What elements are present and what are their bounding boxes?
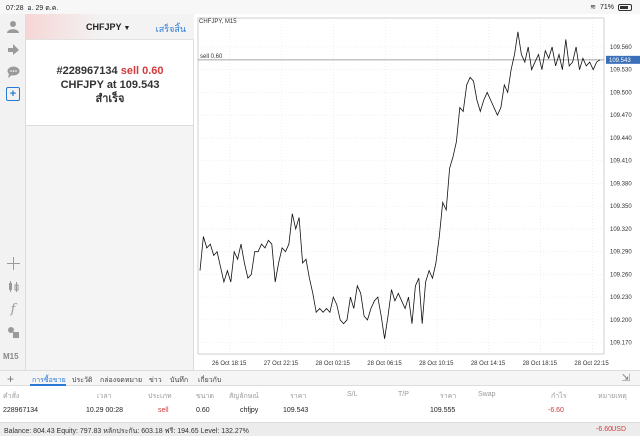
tab-history[interactable]: ประวัติ xyxy=(72,375,92,386)
row-type: sell xyxy=(158,407,169,414)
order-result: #228967134 sell 0.60 CHFJPY at 109.543 ส… xyxy=(26,64,194,106)
done-button[interactable]: เสร็จสิ้น xyxy=(156,22,186,36)
col-header-current-price: ราคา xyxy=(440,393,457,400)
order-result-line2: CHFJPY at 109.543 xyxy=(60,79,160,91)
wifi-icon: ≋ xyxy=(590,4,596,11)
y-tick-label: 109.230 xyxy=(610,295,632,301)
left-toolbar: + f M15 xyxy=(0,14,26,370)
row-price: 109.543 xyxy=(283,407,309,414)
y-tick-label: 109.470 xyxy=(610,113,632,119)
chat-icon[interactable] xyxy=(5,64,21,80)
account-icon[interactable] xyxy=(5,18,21,34)
row-order: 228967134 xyxy=(3,407,39,414)
y-tick-label: 109.350 xyxy=(610,204,632,210)
objects-icon[interactable] xyxy=(5,324,21,340)
bottom-tabs: + การซื้อขาย ประวัติ กล่องจดหมาย ข่าว บั… xyxy=(0,370,640,386)
x-tick-label: 28 Oct 18:15 xyxy=(523,361,558,367)
timeframe-label[interactable]: M15 xyxy=(3,352,19,361)
tab-journal[interactable]: บันทึก xyxy=(170,375,188,386)
y-tick-label: 109.530 xyxy=(610,68,632,74)
col-header-type: ประเภท xyxy=(148,393,172,400)
x-tick-label: 28 Oct 06:15 xyxy=(367,361,402,367)
row-symbol: chfjpy xyxy=(240,407,259,414)
trade-table: คำสั่ง เวลา ประเภท ขนาด สัญลักษณ์ ราคา S… xyxy=(0,386,640,422)
y-tick-label: 109.170 xyxy=(610,341,632,347)
new-order-icon[interactable]: + xyxy=(6,87,20,101)
home-strip xyxy=(0,436,640,447)
x-tick-label: 28 Oct 22:15 xyxy=(574,361,609,367)
x-tick-label: 27 Oct 22:15 xyxy=(264,361,299,367)
total-profit: -6.60 xyxy=(596,426,612,433)
col-header-price: ราคา xyxy=(290,393,307,400)
col-header-profit: กำไร xyxy=(551,393,567,400)
y-tick-label: 109.410 xyxy=(610,159,632,165)
x-tick-label: 28 Oct 10:15 xyxy=(419,361,454,367)
col-header-comment: หมายเหตุ xyxy=(598,393,627,400)
order-line-label: sell 0.60 xyxy=(200,54,223,60)
chart-area[interactable]: CHFJPY, M15 sell 0.60 109.543 109.560 109.… xyxy=(194,14,640,370)
y-tick-label: 109.440 xyxy=(610,136,632,142)
col-header-order: คำสั่ง xyxy=(3,393,20,400)
col-header-symbol: สัญลักษณ์ xyxy=(229,393,259,400)
crosshair-icon[interactable] xyxy=(5,255,21,271)
price-chart[interactable]: CHFJPY, M15 sell 0.60 109.543 109.560 109.… xyxy=(194,14,640,370)
indicator-icon[interactable]: f xyxy=(5,301,21,317)
add-icon[interactable]: + xyxy=(7,372,14,386)
chevron-down-icon: ▼ xyxy=(123,25,131,32)
candles-icon[interactable] xyxy=(5,278,21,294)
order-header: CHFJPY ▼ เสร็จสิ้น xyxy=(26,14,194,40)
y-tick-label: 109.200 xyxy=(610,318,632,324)
tab-about[interactable]: เกี่ยวกับ xyxy=(198,375,221,386)
x-tick-label: 26 Oct 18:15 xyxy=(212,361,247,367)
order-panel: CHFJPY ▼ เสร็จสิ้น #228967134 sell 0.60 C… xyxy=(26,14,194,126)
status-time-date: 07:28 อ. 29 ต.ค. xyxy=(6,5,59,12)
chart-frame xyxy=(197,17,605,355)
row-time: 10.29 00:28 xyxy=(86,407,123,414)
symbol-selector[interactable]: CHFJPY ▼ xyxy=(86,22,130,32)
battery-icon xyxy=(618,3,632,11)
tab-mailbox[interactable]: กล่องจดหมาย xyxy=(100,375,142,386)
currency-label: USD xyxy=(611,426,626,433)
balance-bar: Balance: 804.43 Equity: 797.83 หลักประกั… xyxy=(0,422,640,436)
y-tick-label: 109.290 xyxy=(610,250,632,256)
price-series-line xyxy=(199,31,601,339)
current-price-label: 109.543 xyxy=(609,58,631,64)
order-result-status: สำเร็จ xyxy=(95,93,125,105)
row-profit: -6.60 xyxy=(548,407,564,414)
y-tick-label: 109.560 xyxy=(610,45,632,51)
y-tick-label: 109.260 xyxy=(610,272,632,278)
col-header-time: เวลา xyxy=(97,393,112,400)
chart-title: CHFJPY, M15 xyxy=(199,19,237,25)
y-tick-label: 109.320 xyxy=(610,227,632,233)
col-header-sl: S/L xyxy=(347,391,358,398)
order-result-line1: #228967134 sell 0.60 xyxy=(56,65,164,77)
col-header-swap: Swap xyxy=(478,391,496,398)
y-tick-label: 109.380 xyxy=(610,181,632,187)
row-size: 0.60 xyxy=(196,407,210,414)
status-right: ≋ 71% xyxy=(590,3,632,11)
left-pane-blank xyxy=(26,126,194,370)
col-header-tp: T/P xyxy=(398,391,409,398)
row-current-price: 109.555 xyxy=(430,407,456,414)
y-tick-label: 109.500 xyxy=(610,90,632,96)
collapse-icon[interactable]: ⇲ xyxy=(622,373,630,384)
x-tick-label: 28 Oct 02:15 xyxy=(316,361,351,367)
col-header-size: ขนาด xyxy=(196,393,215,400)
status-bar: 07:28 อ. 29 ต.ค. ≋ 71% xyxy=(0,0,640,14)
tab-news[interactable]: ข่าว xyxy=(149,375,162,386)
x-tick-label: 28 Oct 14:15 xyxy=(471,361,506,367)
trade-icon[interactable] xyxy=(5,41,21,57)
battery-label: 71% xyxy=(599,3,614,11)
